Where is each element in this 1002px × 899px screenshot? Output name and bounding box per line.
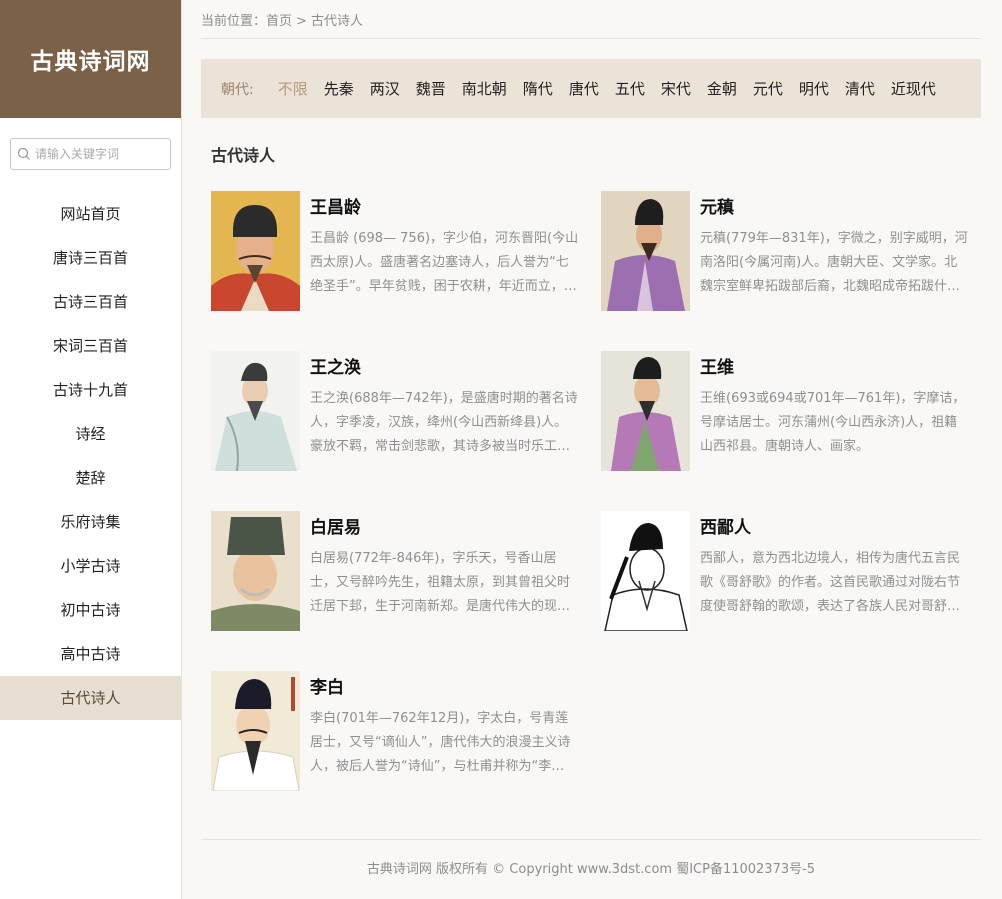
search-icon[interactable] [17,147,31,161]
dynasty-modern[interactable]: 近现代 [891,78,936,99]
breadcrumb-prefix: 当前位置： [201,14,267,29]
dynasty-qing[interactable]: 清代 [845,78,875,99]
dynasty-xianqin[interactable]: 先秦 [324,78,354,99]
site-logo[interactable]: 古典诗词网 [0,0,181,118]
poet-name[interactable]: 元稹 [700,197,970,219]
poet-portrait[interactable] [211,671,300,791]
poet-name[interactable]: 白居易 [310,517,580,539]
sidebar-item-poets[interactable]: 古代诗人 [0,676,181,720]
dynasty-sui[interactable]: 隋代 [523,78,553,99]
poet-card[interactable]: 王之涣 王之涣(688年—742年)，是盛唐时期的著名诗人，字季凌，汉族，绛州(… [211,351,581,471]
dynasty-song[interactable]: 宋代 [661,78,691,99]
breadcrumb: 当前位置：首页 > 古代诗人 [201,0,981,39]
poet-portrait[interactable] [211,511,300,631]
dynasty-nanbeichao[interactable]: 南北朝 [462,78,507,99]
sidebar-item-chuci[interactable]: 楚辞 [0,456,181,500]
sidebar-nav: 网站首页 唐诗三百首 古诗三百首 宋词三百首 古诗十九首 诗经 楚辞 乐府诗集 … [0,192,181,720]
poet-info: 元稹 元稹(779年—831年)，字微之，别字威明，河南洛阳(今属河南)人。唐朝… [700,191,970,311]
sidebar-item-shijing[interactable]: 诗经 [0,412,181,456]
poet-card[interactable]: 王维 王维(693或694或701年—761年)，字摩诘，号摩诘居士。河东蒲州(… [601,351,971,471]
sidebar-item-gushi-19[interactable]: 古诗十九首 [0,368,181,412]
poet-description: 王昌龄 (698— 756)，字少伯，河东晋阳(今山西太原)人。盛唐著名边塞诗人… [310,231,579,294]
poet-name[interactable]: 李白 [310,677,580,699]
poet-description: 白居易(772年-846年)，字乐天，号香山居士，又号醉吟先生，祖籍太原，到其曾… [310,551,571,614]
poet-description: 西鄙人，意为西北边境人，相传为唐代五言民歌《哥舒歌》的作者。这首民歌通过对陇右节… [700,551,961,614]
dynasty-label: 朝代: [221,81,254,98]
sidebar-item-high-school[interactable]: 高中古诗 [0,632,181,676]
sidebar-item-songci-300[interactable]: 宋词三百首 [0,324,181,368]
dynasty-all[interactable]: 不限 [278,78,308,99]
poet-info: 王之涣 王之涣(688年—742年)，是盛唐时期的著名诗人，字季凌，汉族，绛州(… [310,351,580,471]
poet-card[interactable]: 西鄙人 西鄙人，意为西北边境人，相传为唐代五言民歌《哥舒歌》的作者。这首民歌通过… [601,511,971,631]
poet-description: 王维(693或694或701年—761年)，字摩诘，号摩诘居士。河东蒲州(今山西… [700,391,966,454]
poet-info: 西鄙人 西鄙人，意为西北边境人，相传为唐代五言民歌《哥舒歌》的作者。这首民歌通过… [700,511,970,631]
poet-card[interactable]: 王昌龄 王昌龄 (698— 756)，字少伯，河东晋阳(今山西太原)人。盛唐著名… [211,191,581,311]
poet-info: 李白 李白(701年—762年12月)，字太白，号青莲居士，又号“谪仙人”，唐代… [310,671,580,791]
search-box [10,138,171,170]
poet-description: 李白(701年—762年12月)，字太白，号青莲居士，又号“谪仙人”，唐代伟大的… [310,711,571,774]
main-content: 当前位置：首页 > 古代诗人 朝代: 不限 先秦 两汉 魏晋 南北朝 隋代 唐代 五… [201,0,981,811]
sidebar: 古典诗词网 网站首页 唐诗三百首 古诗三百首 宋词三百首 古诗十九首 诗经 楚辞… [0,0,182,899]
dynasty-tang[interactable]: 唐代 [569,78,599,99]
breadcrumb-home-link[interactable]: 首页 [266,14,292,29]
dynasty-ming[interactable]: 明代 [799,78,829,99]
poet-description: 王之涣(688年—742年)，是盛唐时期的著名诗人，字季凌，汉族，绛州(今山西新… [310,391,578,454]
breadcrumb-current: 古代诗人 [310,14,363,29]
poet-portrait[interactable] [601,191,690,311]
poet-name[interactable]: 王之涣 [310,357,580,379]
poet-description: 元稹(779年—831年)，字微之，别字威明，河南洛阳(今属河南)人。唐朝大臣、… [700,231,968,294]
poet-portrait[interactable] [211,191,300,311]
sidebar-item-tang-300[interactable]: 唐诗三百首 [0,236,181,280]
poet-card[interactable]: 白居易 白居易(772年-846年)，字乐天，号香山居士，又号醉吟先生，祖籍太原… [211,511,581,631]
sidebar-item-middle-school[interactable]: 初中古诗 [0,588,181,632]
dynasty-wudai[interactable]: 五代 [615,78,645,99]
search-input[interactable] [35,147,165,161]
poet-name[interactable]: 王维 [700,357,970,379]
sidebar-item-gushi-300[interactable]: 古诗三百首 [0,280,181,324]
dynasty-jin[interactable]: 金朝 [707,78,737,99]
section-title: 古代诗人 [211,146,276,165]
poet-portrait[interactable] [211,351,300,471]
sidebar-item-home[interactable]: 网站首页 [0,192,181,236]
poet-portrait[interactable] [601,511,690,631]
sidebar-item-primary-school[interactable]: 小学古诗 [0,544,181,588]
dynasty-filter: 朝代: 不限 先秦 两汉 魏晋 南北朝 隋代 唐代 五代 宋代 金朝 元代 明代… [201,59,981,118]
breadcrumb-separator: > [296,14,307,29]
poet-info: 王昌龄 王昌龄 (698— 756)，字少伯，河东晋阳(今山西太原)人。盛唐著名… [310,191,580,311]
dynasty-lianghan[interactable]: 两汉 [370,78,400,99]
dynasty-weijin[interactable]: 魏晋 [416,78,446,99]
poet-card[interactable]: 李白 李白(701年—762年12月)，字太白，号青莲居士，又号“谪仙人”，唐代… [211,671,581,791]
poet-portrait[interactable] [601,351,690,471]
poet-card[interactable]: 元稹 元稹(779年—831年)，字微之，别字威明，河南洛阳(今属河南)人。唐朝… [601,191,971,311]
sidebar-item-yuefu[interactable]: 乐府诗集 [0,500,181,544]
footer: 古典诗词网 版权所有 © Copyright www.3dst.com 蜀ICP… [201,839,981,899]
poet-info: 白居易 白居易(772年-846年)，字乐天，号香山居士，又号醉吟先生，祖籍太原… [310,511,580,631]
poet-info: 王维 王维(693或694或701年—761年)，字摩诘，号摩诘居士。河东蒲州(… [700,351,970,471]
poet-name[interactable]: 西鄙人 [700,517,970,539]
poet-name[interactable]: 王昌龄 [310,197,580,219]
poet-list: 王昌龄 王昌龄 (698— 756)，字少伯，河东晋阳(今山西太原)人。盛唐著名… [211,191,981,811]
dynasty-yuan[interactable]: 元代 [753,78,783,99]
